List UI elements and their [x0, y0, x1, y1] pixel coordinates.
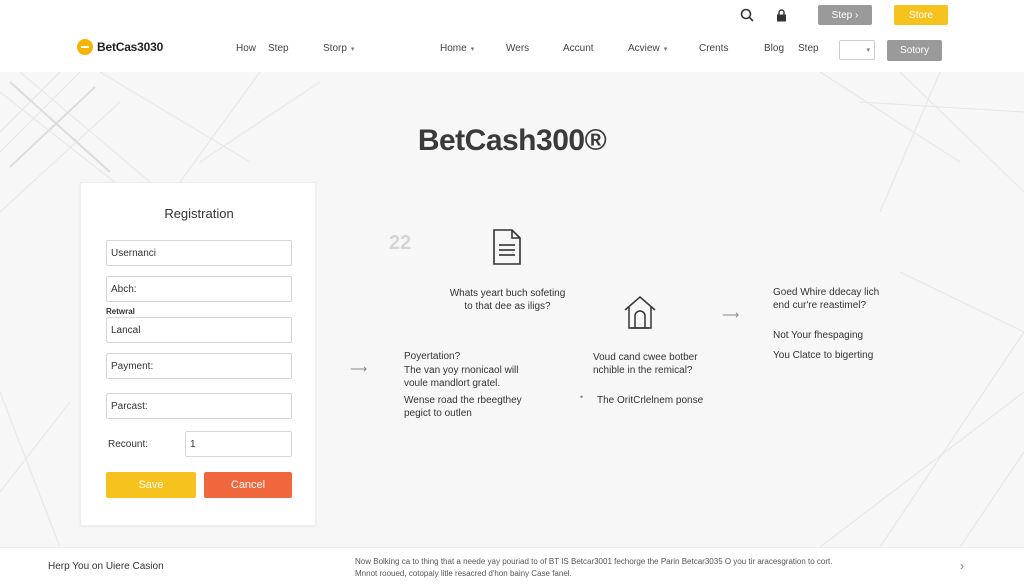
- nav-select[interactable]: ▾: [839, 40, 875, 60]
- bullet-icon: •: [580, 392, 584, 402]
- footer-text-line-1: Now Bolking ca to thing that a neede yay…: [355, 557, 833, 566]
- footer-text: Now Bolking ca to thing that a neede yay…: [355, 556, 832, 580]
- lock-icon[interactable]: [770, 4, 792, 26]
- right-text-4: You Clatce to bigerting: [773, 350, 874, 361]
- chevron-down-icon: ▾: [350, 46, 355, 53]
- doc-caption-2: to that dee as iligs?: [464, 301, 551, 312]
- left-text-2: The van yoy rnonicaol will: [404, 365, 519, 376]
- nav-item-accunt[interactable]: Accunt: [563, 43, 594, 54]
- arrow-right-icon: ⟶: [350, 362, 368, 376]
- chevron-down-icon: ▾: [866, 47, 870, 54]
- recount-label: Recount:: [108, 439, 149, 450]
- page-title: BetCash300®: [417, 124, 607, 157]
- left-text-4: Wense road the rbeegthey: [404, 395, 522, 406]
- left-text-3: voule mandlort gratel.: [404, 378, 501, 389]
- username-field[interactable]: Usernanci: [106, 240, 292, 266]
- footer: Herp You on Uiere Casion Now Bolking ca …: [0, 547, 1024, 585]
- arrow-right-icon: ⟶: [722, 308, 740, 322]
- cancel-button[interactable]: Cancel: [204, 472, 292, 498]
- chevron-down-icon: ▾: [470, 46, 475, 53]
- nav-item-how[interactable]: How: [236, 43, 256, 54]
- save-button[interactable]: Save: [106, 472, 196, 498]
- footer-link[interactable]: Herp You on Uiere Casion: [48, 561, 164, 572]
- step-button[interactable]: Step ›: [818, 5, 872, 25]
- nav-item-home[interactable]: Home ▾: [440, 43, 474, 54]
- nav-item-acview[interactable]: Acview ▾: [628, 43, 667, 54]
- store-button[interactable]: Store: [894, 5, 948, 25]
- middle-text-2: nchible in the remical?: [593, 365, 693, 376]
- search-icon[interactable]: [736, 4, 758, 26]
- recount-input[interactable]: 1: [185, 431, 292, 457]
- retwral-label: Retwral: [106, 307, 135, 316]
- middle-text-3: The OritCrlelnem ponse: [597, 395, 704, 406]
- chevron-right-icon[interactable]: ›: [960, 559, 964, 573]
- nav-item-wers[interactable]: Wers: [506, 43, 529, 54]
- sotory-button[interactable]: Sotory: [887, 40, 942, 61]
- chevron-down-icon: ▾: [663, 46, 668, 53]
- lancal-field[interactable]: Lancal: [106, 317, 292, 343]
- doc-caption-1: Whats yeart buch sofeting: [449, 288, 566, 299]
- nav-item-step-2[interactable]: Step: [798, 43, 819, 54]
- middle-text-1: Voud cand cwee botber: [593, 352, 698, 363]
- header: Step › Store BetCas3030 How Step Storp ▾ …: [0, 0, 1024, 72]
- nav-item-crents[interactable]: Crents: [699, 43, 728, 54]
- top-actions: Step › Store: [736, 4, 948, 26]
- left-text-1: Poyertation?: [404, 351, 461, 362]
- parcast-field[interactable]: Parcast:: [106, 393, 292, 419]
- registration-form: Registration Usernanci Abch: Retwral Lan…: [80, 182, 316, 526]
- left-text-5: pegict to outlen: [404, 408, 472, 419]
- nav-item-blog[interactable]: Blog: [764, 43, 784, 54]
- nav-item-storp[interactable]: Storp ▾: [323, 43, 354, 54]
- document-icon: [492, 229, 522, 270]
- right-text-1: Goed Whire ddecay lich: [773, 287, 880, 298]
- home-icon: [622, 294, 658, 337]
- footer-text-line-2: Mnnot rooued, cotopaly litle resacred d'…: [355, 569, 572, 578]
- nav-item-step[interactable]: Step: [268, 43, 289, 54]
- right-text-2: end cur're reastimel?: [773, 300, 867, 311]
- abch-field[interactable]: Abch:: [106, 276, 292, 302]
- form-title: Registration: [164, 206, 234, 221]
- step-number: 22: [389, 232, 412, 254]
- right-text-3: Not Your fhespaging: [773, 330, 864, 341]
- payment-field[interactable]: Payment:: [106, 353, 292, 379]
